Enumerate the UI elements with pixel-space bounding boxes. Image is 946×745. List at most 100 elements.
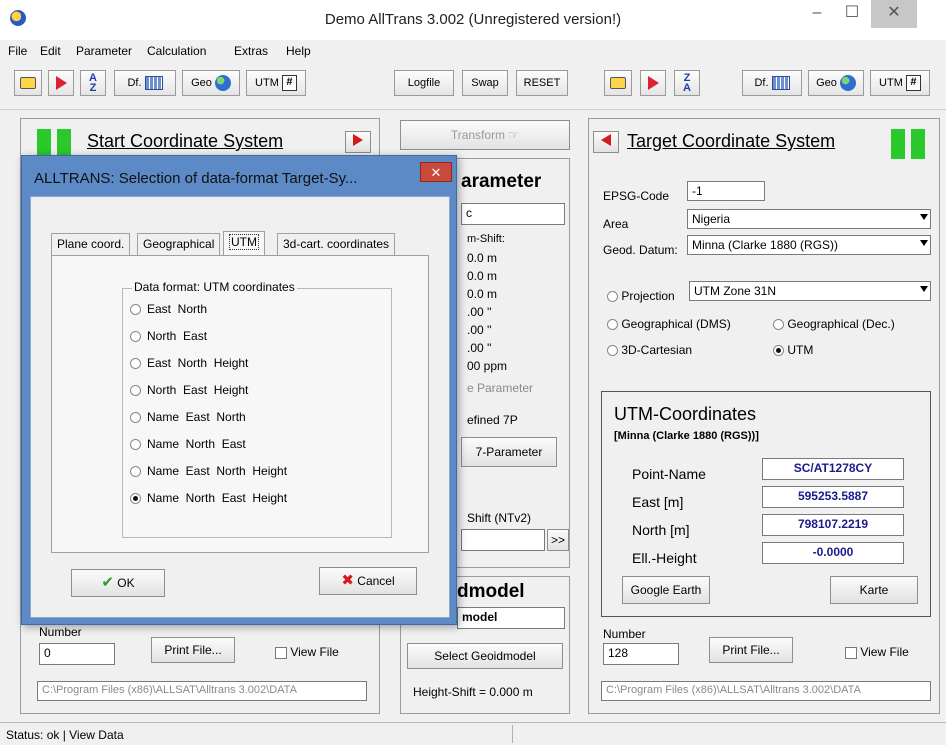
format-option[interactable]: East North: [130, 302, 207, 316]
radio-button[interactable]: [130, 466, 141, 478]
ntv2-more-button[interactable]: >>: [547, 529, 569, 551]
target-path-field[interactable]: C:\Program Files (x86)\ALLSAT\Alltrans 3…: [601, 681, 931, 701]
geo-target-button[interactable]: Geo: [808, 70, 864, 96]
checkbox[interactable]: [845, 646, 857, 659]
swap-button[interactable]: Swap: [462, 70, 508, 96]
dropdown-arrow-icon[interactable]: [920, 286, 928, 292]
utm-button[interactable]: UTM #: [246, 70, 306, 96]
shift-label: m-Shift:: [467, 233, 505, 245]
menu-file[interactable]: File: [8, 44, 27, 58]
ok-button[interactable]: ✔ OK: [71, 569, 165, 597]
dropdown-arrow-icon[interactable]: [920, 240, 928, 246]
format-option[interactable]: North East: [130, 329, 207, 343]
number-field[interactable]: 128: [603, 643, 679, 665]
menu-calculation[interactable]: Calculation: [147, 44, 206, 58]
transform-button[interactable]: Transform ☞: [400, 120, 570, 150]
shift-value: 0.0 m: [467, 287, 498, 301]
view-file-checkbox[interactable]: View File: [845, 645, 909, 659]
east-field[interactable]: 595253.5887: [762, 486, 904, 508]
status-text: Status: ok | View Data: [6, 728, 124, 742]
checkbox[interactable]: [275, 646, 287, 659]
cartesian-radio[interactable]: 3D-Cartesian: [607, 343, 692, 357]
target-to-start-button[interactable]: [593, 131, 619, 153]
view-file-checkbox[interactable]: View File: [275, 645, 339, 659]
scale-value: 00 ppm: [467, 359, 508, 373]
point-name-field[interactable]: SC/AT1278CY: [762, 458, 904, 480]
tab-geographical[interactable]: Geographical: [137, 233, 221, 255]
radio-button[interactable]: [607, 319, 618, 331]
minimize-button[interactable]: –: [800, 0, 834, 28]
tab-plane-coord[interactable]: Plane coord.: [51, 233, 131, 255]
format-option[interactable]: East North Height: [130, 356, 248, 370]
export-target-button[interactable]: [640, 70, 666, 96]
geo-dms-radio[interactable]: Geographical (DMS): [607, 317, 731, 331]
radio-button-selected[interactable]: [130, 493, 141, 505]
globe-icon: [214, 75, 231, 92]
number-field[interactable]: 0: [39, 643, 115, 665]
reset-button[interactable]: RESET: [516, 70, 568, 96]
google-earth-button[interactable]: Google Earth: [622, 576, 710, 604]
seven-parameter-button[interactable]: 7-Parameter: [461, 437, 557, 467]
copy-button[interactable]: [604, 70, 632, 96]
target-panel: Target Coordinate System EPSG-Code -1 Ar…: [588, 118, 940, 714]
cancel-button[interactable]: ✖ Cancel: [319, 567, 417, 595]
utm-radio[interactable]: UTM: [773, 343, 813, 357]
area-select[interactable]: Nigeria: [687, 209, 931, 229]
epsg-field[interactable]: -1: [687, 181, 765, 201]
start-path-field[interactable]: C:\Program Files (x86)\ALLSAT\Alltrans 3…: [37, 681, 367, 701]
maximize-button[interactable]: ☐: [835, 0, 869, 28]
projection-radio[interactable]: Projection: [607, 289, 675, 303]
radio-button-selected[interactable]: [773, 345, 784, 357]
format-option-label: Name North East Height: [147, 491, 288, 505]
format-option[interactable]: North East Height: [130, 383, 248, 397]
radio-button[interactable]: [130, 358, 141, 370]
north-field[interactable]: 798107.2219: [762, 514, 904, 536]
karte-button[interactable]: Karte: [830, 576, 918, 604]
dropdown-arrow-icon[interactable]: [920, 214, 928, 220]
menu-edit[interactable]: Edit: [40, 44, 61, 58]
logfile-button[interactable]: Logfile: [394, 70, 454, 96]
height-field[interactable]: -0.0000: [762, 542, 904, 564]
printer-icon: [20, 77, 36, 90]
sort-target-button[interactable]: ZA: [674, 70, 700, 96]
start-to-target-button[interactable]: [345, 131, 371, 153]
print-file-button[interactable]: Print File...: [709, 637, 793, 663]
format-option[interactable]: Name North East: [130, 437, 246, 451]
geoid-model-field[interactable]: model: [457, 607, 565, 629]
menu-extras[interactable]: Extras: [234, 44, 268, 58]
dataformat-target-button[interactable]: Df.: [742, 70, 802, 96]
datum-select[interactable]: Minna (Clarke 1880 (RGS)): [687, 235, 931, 255]
dialog-close-button[interactable]: ✕: [420, 162, 452, 182]
sort-button[interactable]: AZ: [80, 70, 106, 96]
format-option[interactable]: Name East North: [130, 410, 246, 424]
arrow-left-icon: [601, 134, 611, 146]
format-option[interactable]: Name North East Height: [130, 491, 287, 505]
radio-button[interactable]: [130, 304, 141, 316]
print-button[interactable]: [14, 70, 42, 96]
parameter-select-field[interactable]: c: [461, 203, 565, 225]
utm-target-button[interactable]: UTM #: [870, 70, 930, 96]
geo-dec-radio[interactable]: Geographical (Dec.): [773, 317, 895, 331]
point-name-label: Point-Name: [632, 466, 706, 482]
radio-button[interactable]: [130, 385, 141, 397]
radio-button[interactable]: [607, 291, 618, 303]
menu-help[interactable]: Help: [286, 44, 311, 58]
radio-button[interactable]: [130, 412, 141, 424]
tab-3d-cart[interactable]: 3d-cart. coordinates: [277, 233, 396, 255]
format-option[interactable]: Name East North Height: [130, 464, 287, 478]
radio-button[interactable]: [130, 331, 141, 343]
menu-parameter[interactable]: Parameter: [76, 44, 132, 58]
export-button[interactable]: [48, 70, 74, 96]
radio-button[interactable]: [773, 319, 784, 331]
radio-button[interactable]: [130, 439, 141, 451]
radio-button[interactable]: [607, 345, 618, 357]
target-system-title: Target Coordinate System: [627, 131, 836, 151]
tab-utm[interactable]: UTM: [223, 231, 265, 256]
projection-select[interactable]: UTM Zone 31N: [689, 281, 931, 301]
geo-button[interactable]: Geo: [182, 70, 240, 96]
dataformat-button[interactable]: Df.: [114, 70, 176, 96]
print-file-button[interactable]: Print File...: [151, 637, 235, 663]
ntv2-field[interactable]: [461, 529, 545, 551]
select-geoid-button[interactable]: Select Geoidmodel: [407, 643, 563, 669]
close-button[interactable]: ✕: [871, 0, 917, 28]
